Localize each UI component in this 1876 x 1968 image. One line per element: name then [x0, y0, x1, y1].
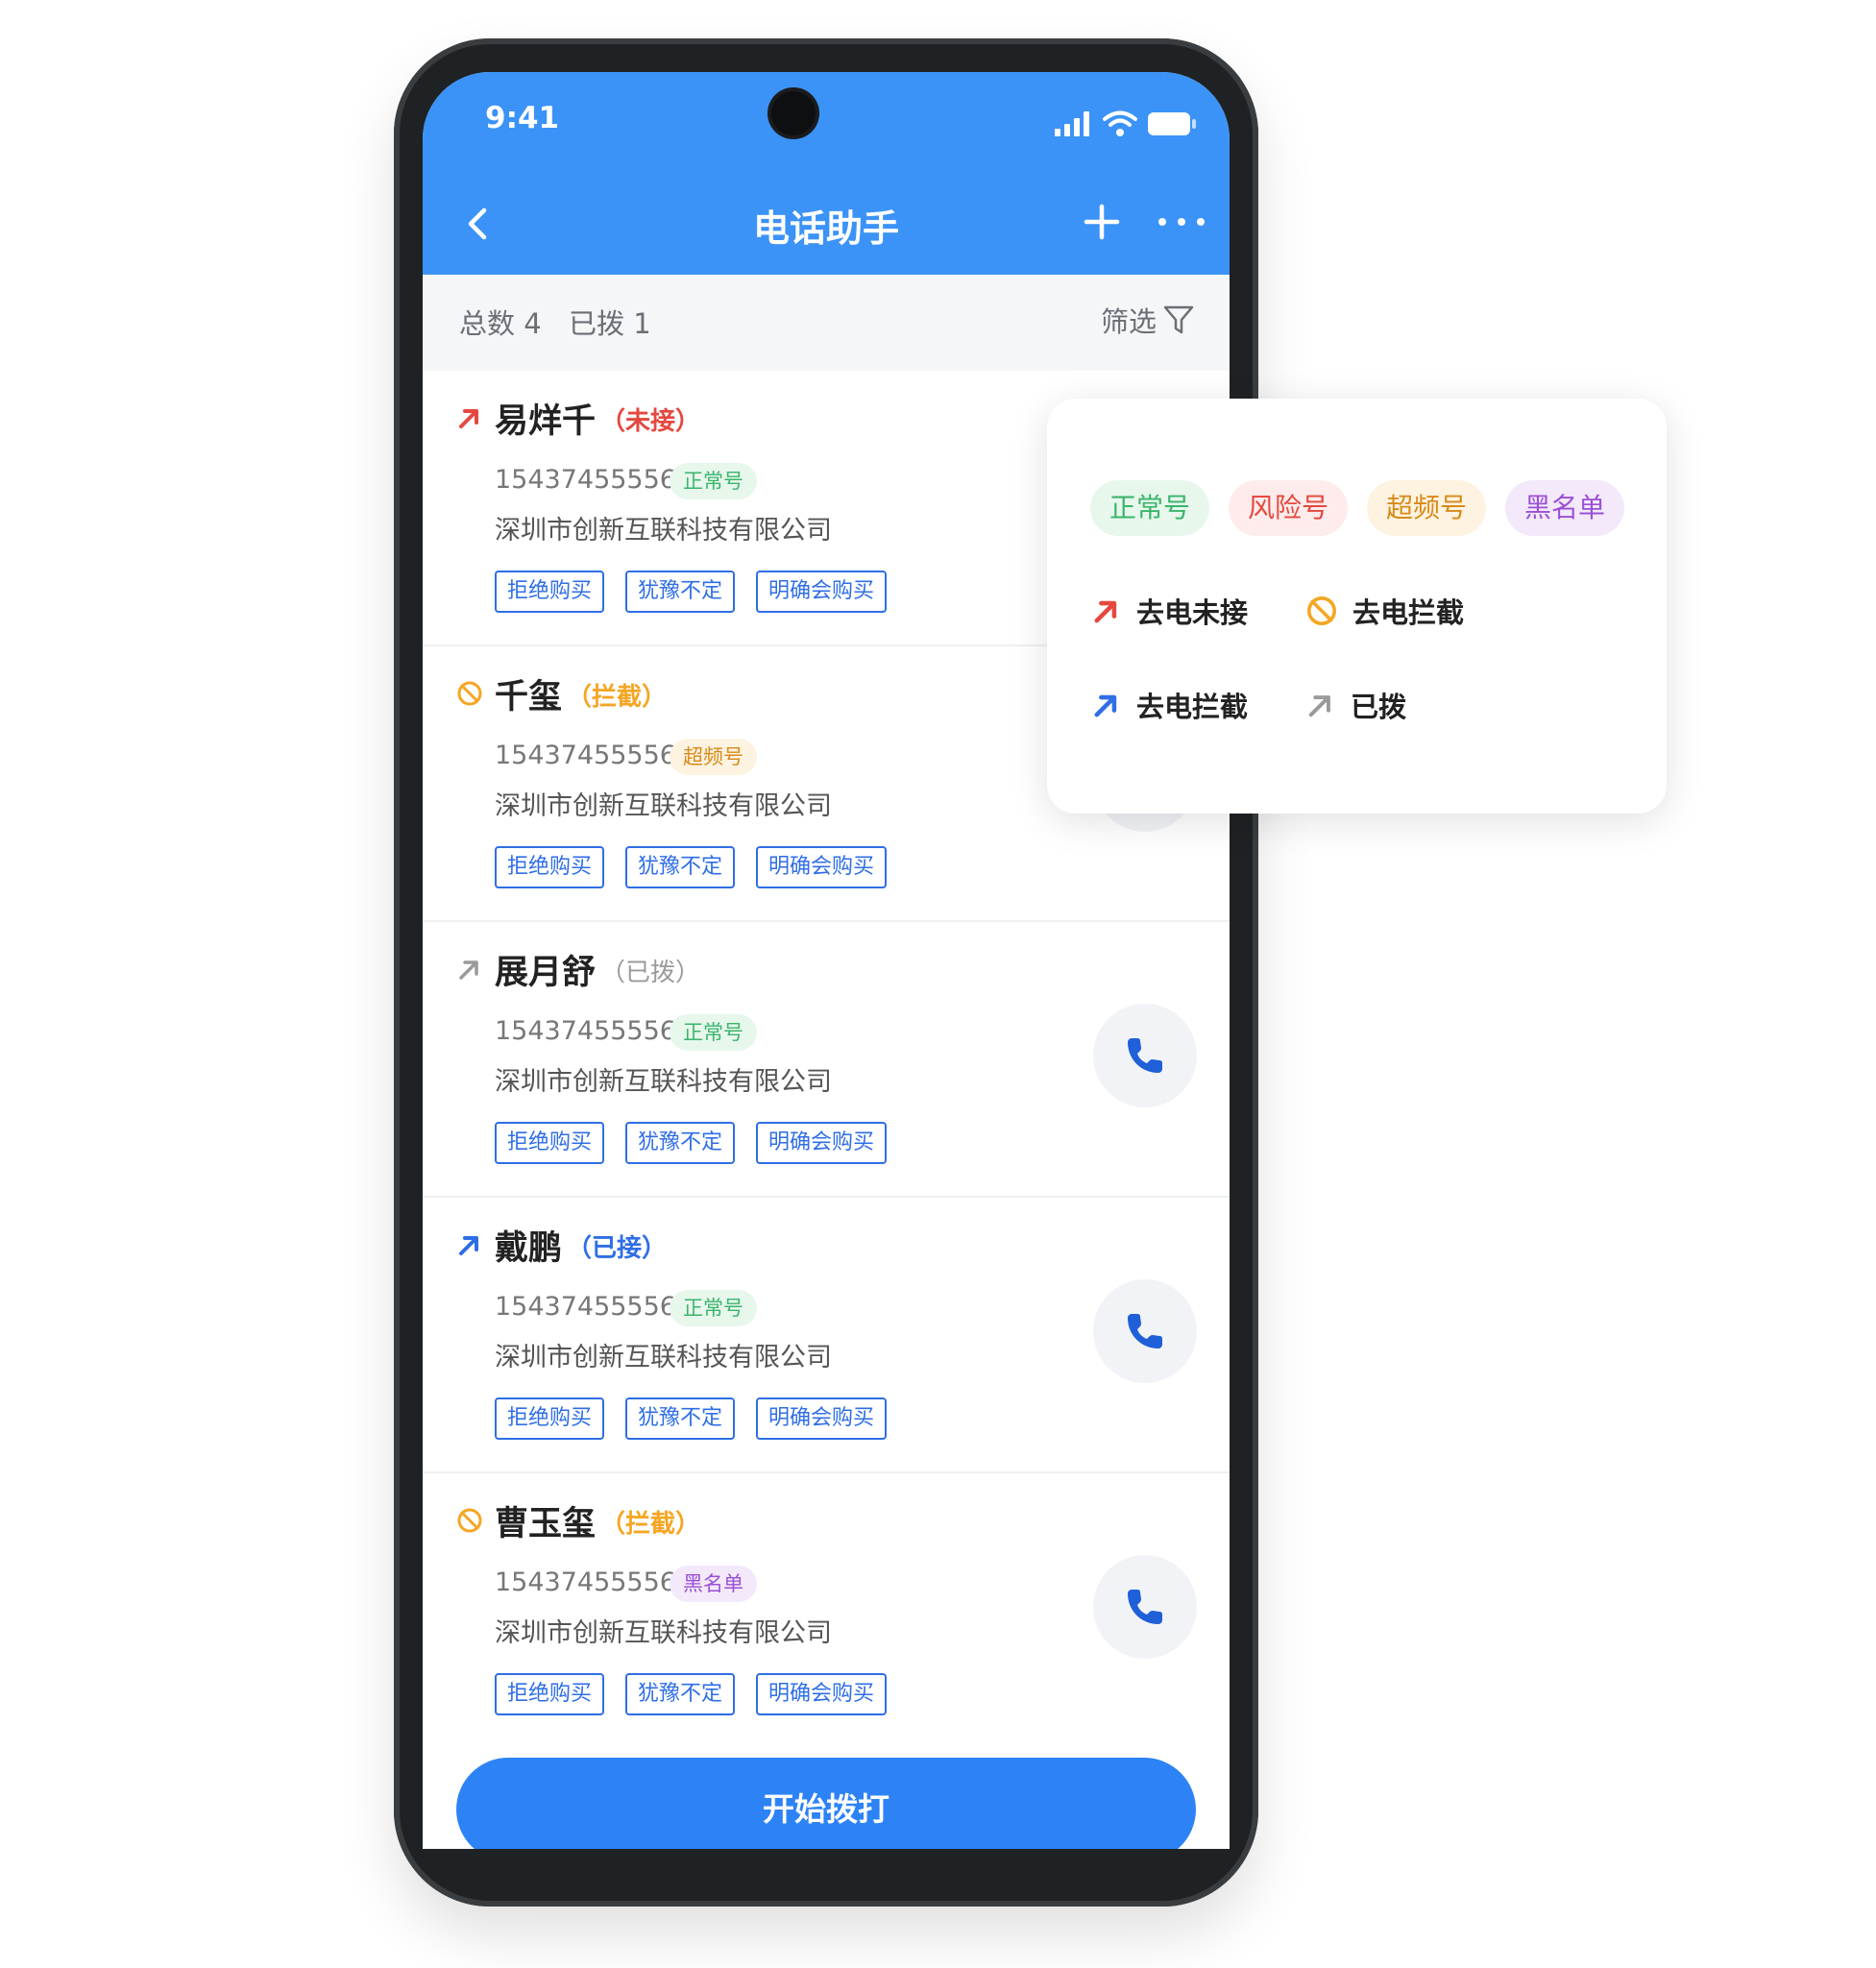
call-status: （拦截）: [567, 683, 668, 712]
tag-will-buy[interactable]: 明确会购买: [756, 846, 888, 888]
legend-dialed-label: 已拨: [1351, 691, 1407, 723]
phone-screen: 9:41 电话助手 总数 4 已拨 1 筛选 易烊千 （未接） 15437455…: [423, 72, 1230, 1849]
blocked-circle-icon: [1307, 596, 1336, 625]
number-badge: 正常号: [670, 463, 757, 499]
call-button[interactable]: [1093, 1279, 1197, 1383]
legend-popup: 正常号 风险号 超频号 黑名单 去电未接 去电拦截 去电拦截 已拨: [1047, 399, 1667, 814]
app-header: 9:41 电话助手: [423, 72, 1230, 275]
legend-answered: 去电拦截: [1090, 685, 1248, 725]
tag-hesitate[interactable]: 犹豫不定: [625, 571, 736, 613]
number-badge: 黑名单: [670, 1566, 757, 1602]
tag-group: 拒绝购买 犹豫不定 明确会购买: [495, 846, 888, 888]
funnel-icon: [1163, 305, 1194, 334]
answered-arrow-icon: [1094, 694, 1117, 717]
contact-name: 曹玉玺: [495, 1505, 597, 1543]
start-dialing-button[interactable]: 开始拨打: [456, 1758, 1196, 1849]
tag-will-buy[interactable]: 明确会购买: [756, 571, 888, 613]
tag-will-buy[interactable]: 明确会购买: [756, 1122, 888, 1164]
legend-dialed: 已拨: [1304, 685, 1406, 725]
phone-icon: [1128, 1590, 1162, 1624]
phone-number: 15437455556: [495, 465, 676, 495]
phone-frame: 9:41 电话助手 总数 4 已拨 1 筛选 易烊千 （未接） 15437455…: [394, 38, 1258, 1907]
legend-badge-black: 黑名单: [1505, 480, 1625, 536]
legend-badge-freq: 超频号: [1367, 480, 1487, 536]
tag-reject[interactable]: 拒绝购买: [495, 1673, 605, 1715]
contact-name: 展月舒: [495, 954, 597, 992]
front-camera: [771, 91, 816, 135]
call-status: （拦截）: [600, 1510, 701, 1539]
summary-bar: 总数 4 已拨 1 筛选: [423, 275, 1230, 371]
legend-answered-label: 去电拦截: [1136, 691, 1249, 723]
blocked-circle-icon: [457, 681, 482, 706]
missed-arrow-icon: [459, 409, 478, 428]
tag-group: 拒绝购买 犹豫不定 明确会购买: [495, 1122, 888, 1164]
answered-arrow-icon: [459, 1236, 478, 1255]
legend-blocked: 去电拦截: [1304, 591, 1464, 631]
phone-number: 15437455556: [495, 1567, 676, 1597]
filter-label: 筛选: [1100, 305, 1157, 338]
legend-badge-normal: 正常号: [1090, 480, 1210, 536]
phone-number: 15437455556: [495, 1292, 676, 1322]
tag-reject[interactable]: 拒绝购买: [495, 1397, 605, 1440]
call-button[interactable]: [1093, 1004, 1197, 1107]
number-badge: 正常号: [670, 1014, 757, 1051]
more-icon[interactable]: [1153, 201, 1210, 243]
contact-name: 戴鹏: [495, 1229, 563, 1268]
tag-reject[interactable]: 拒绝购买: [495, 846, 605, 888]
list-item[interactable]: 戴鹏 （已接） 15437455556 正常号 深圳市创新互联科技有限公司 拒绝…: [423, 1198, 1230, 1473]
phone-icon: [1128, 1038, 1162, 1073]
phone-number: 15437455556: [495, 1016, 676, 1046]
total-count: 总数 4: [459, 307, 542, 340]
company-name: 深圳市创新互联科技有限公司: [495, 1343, 832, 1373]
tag-hesitate[interactable]: 犹豫不定: [625, 1122, 736, 1164]
legend-missed-label: 去电未接: [1136, 596, 1249, 629]
signal-icon: [1055, 111, 1089, 136]
number-badge: 正常号: [670, 1290, 757, 1326]
dialed-count: 已拨 1: [569, 307, 651, 340]
status-time: 9:41: [485, 101, 560, 135]
status-icons: [1055, 110, 1197, 137]
tag-hesitate[interactable]: 犹豫不定: [625, 1673, 736, 1715]
company-name: 深圳市创新互联科技有限公司: [495, 791, 832, 821]
legend-missed: 去电未接: [1090, 591, 1248, 631]
call-status: （已拨）: [600, 959, 701, 987]
tag-hesitate[interactable]: 犹豫不定: [625, 846, 736, 888]
tag-will-buy[interactable]: 明确会购买: [756, 1397, 888, 1440]
tag-will-buy[interactable]: 明确会购买: [756, 1673, 888, 1715]
tag-group: 拒绝购买 犹豫不定 明确会购买: [495, 1673, 888, 1715]
company-name: 深圳市创新互联科技有限公司: [495, 1618, 832, 1648]
add-icon[interactable]: [1081, 201, 1123, 243]
list-item[interactable]: 曹玉玺 （拦截） 15437455556 黑名单 深圳市创新互联科技有限公司 拒…: [423, 1473, 1230, 1749]
battery-icon: [1148, 112, 1196, 135]
call-button[interactable]: [1093, 1555, 1197, 1659]
missed-arrow-icon: [1094, 600, 1117, 623]
number-badge: 超频号: [670, 739, 757, 775]
wifi-icon: [1103, 110, 1137, 136]
dialed-arrow-icon: [1308, 695, 1330, 717]
phone-number: 15437455556: [495, 741, 676, 770]
tag-hesitate[interactable]: 犹豫不定: [625, 1397, 736, 1440]
tag-group: 拒绝购买 犹豫不定 明确会购买: [495, 1397, 888, 1440]
blocked-circle-icon: [457, 1508, 482, 1533]
filter-button[interactable]: 筛选: [1101, 300, 1195, 340]
company-name: 深圳市创新互联科技有限公司: [495, 516, 832, 546]
dialed-arrow-icon: [459, 960, 478, 980]
phone-icon: [1128, 1314, 1162, 1348]
tag-reject[interactable]: 拒绝购买: [495, 571, 605, 613]
list-item[interactable]: 展月舒 （已拨） 15437455556 正常号 深圳市创新互联科技有限公司 拒…: [423, 922, 1230, 1198]
call-status: （已接）: [567, 1234, 668, 1263]
legend-badge-risk: 风险号: [1229, 480, 1349, 536]
contact-name: 千玺: [495, 678, 563, 717]
company-name: 深圳市创新互联科技有限公司: [495, 1067, 832, 1097]
tag-reject[interactable]: 拒绝购买: [495, 1122, 605, 1164]
call-status: （未接）: [600, 407, 701, 436]
contact-name: 易烊千: [495, 402, 597, 441]
tag-group: 拒绝购买 犹豫不定 明确会购买: [495, 571, 888, 613]
nav-bar: 电话助手: [423, 187, 1230, 264]
legend-blocked-label: 去电拦截: [1352, 596, 1465, 629]
legend-badge-row: 正常号 风险号 超频号 黑名单: [1090, 480, 1625, 536]
